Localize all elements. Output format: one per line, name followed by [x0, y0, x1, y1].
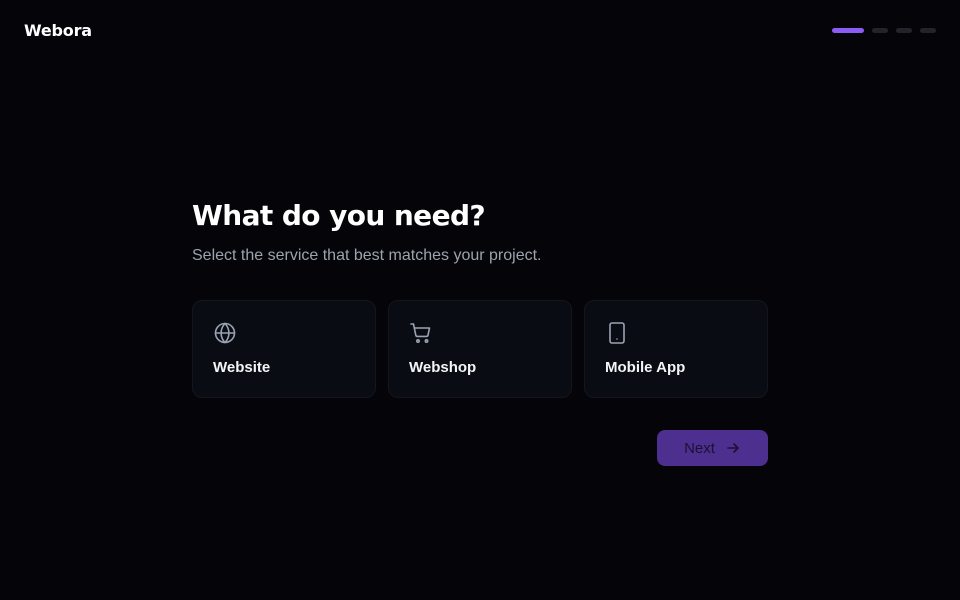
wizard-actions: Next [192, 430, 768, 466]
step-content: What do you need? Select the service tha… [192, 196, 768, 466]
option-website[interactable]: Website [192, 300, 376, 398]
shopping-cart-icon [409, 321, 433, 345]
next-button[interactable]: Next [657, 430, 768, 466]
service-options: Website Webshop Mobile App [192, 300, 768, 398]
option-label-webshop: Webshop [409, 359, 477, 376]
progress-step-4 [920, 27, 936, 33]
progress-indicator [832, 27, 936, 33]
option-mobile-app[interactable]: Mobile App [584, 300, 768, 398]
option-label-website: Website [213, 359, 271, 376]
progress-step-1 [832, 27, 864, 33]
top-bar: Webora [24, 18, 936, 42]
page-subtitle: Select the service that best matches you… [192, 247, 542, 264]
brand-logo[interactable]: Webora [24, 21, 92, 40]
progress-step-2 [872, 27, 888, 33]
arrow-right-icon [725, 440, 741, 456]
app-root: Webora What do you need? Select the serv… [0, 0, 960, 600]
progress-step-3 [896, 27, 912, 33]
next-button-label: Next [684, 439, 715, 457]
smartphone-icon [605, 321, 629, 345]
globe-icon [213, 321, 237, 345]
page-title: What do you need? [192, 199, 486, 232]
option-webshop[interactable]: Webshop [388, 300, 572, 398]
option-label-mobile-app: Mobile App [605, 359, 686, 376]
